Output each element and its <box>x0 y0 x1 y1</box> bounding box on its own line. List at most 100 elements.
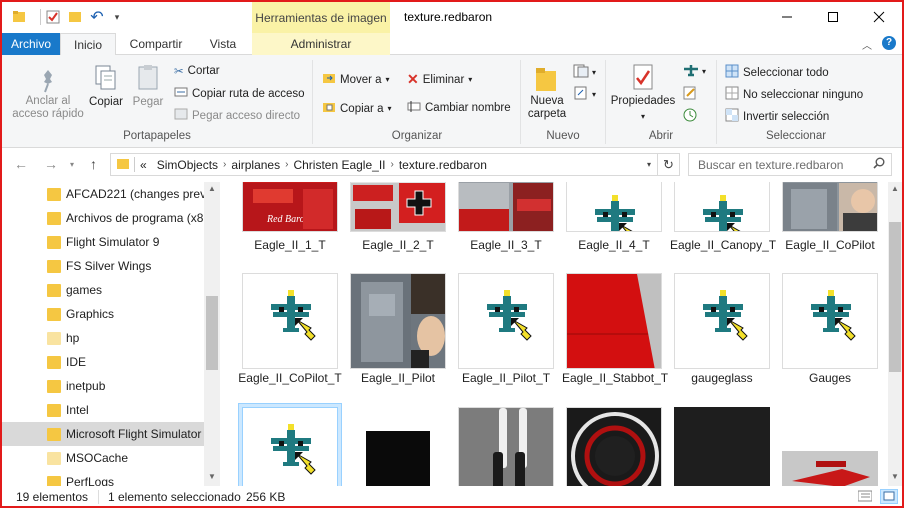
file-tile[interactable]: Eagle_II_CoPilot <box>778 182 882 252</box>
file-tile[interactable] <box>346 407 450 486</box>
tree-item[interactable]: Graphics <box>2 302 204 326</box>
file-tile[interactable]: gaugeglass <box>670 273 774 399</box>
new-folder-button[interactable]: Nueva carpeta <box>524 63 570 121</box>
breadcrumb-chevron-icon[interactable]: › <box>223 159 226 170</box>
open-button[interactable]: ▾ <box>682 63 706 80</box>
easy-access-button[interactable]: ▾ <box>572 85 596 104</box>
tree-scrollbar-thumb[interactable] <box>206 296 218 370</box>
scroll-down-arrow-icon[interactable]: ▼ <box>208 472 216 481</box>
folder-icon <box>47 211 61 225</box>
file-tile[interactable]: Eagle_II_Pilot <box>346 273 450 399</box>
edit-button[interactable] <box>682 85 698 104</box>
undo-icon[interactable]: ↶ <box>88 8 106 26</box>
file-tile[interactable]: Eagle_II_Pilot_T <box>454 273 558 399</box>
help-icon[interactable]: ? <box>882 36 896 50</box>
recent-locations-chevron-icon[interactable]: ▾ <box>70 160 74 169</box>
breadcrumb-airplanes[interactable]: airplanes <box>231 158 280 172</box>
move-to-button[interactable]: Mover a ▾ <box>322 71 390 88</box>
file-tile-selected[interactable] <box>238 403 342 486</box>
file-tile[interactable] <box>778 407 882 486</box>
file-tile[interactable]: Eagle_II_Stabbot_T <box>562 273 668 399</box>
tab-share[interactable]: Compartir <box>118 33 194 55</box>
scroll-up-arrow-icon[interactable]: ▲ <box>891 184 899 193</box>
tab-view[interactable]: Vista <box>196 33 250 55</box>
new-folder-qa-icon[interactable] <box>66 8 84 26</box>
content-scrollbar[interactable]: ▲ ▼ <box>888 182 902 486</box>
copy-button[interactable]: Copiar <box>86 63 126 109</box>
copy-to-button[interactable]: Copiar a ▾ <box>322 100 391 117</box>
tree-item-selected[interactable]: Microsoft Flight Simulator <box>2 422 204 446</box>
breadcrumb-chevron-icon[interactable]: › <box>285 159 288 170</box>
file-tile[interactable]: Eagle_II_2_T <box>346 182 450 252</box>
tree-item[interactable]: AFCAD221 (changes previ <box>2 182 204 206</box>
breadcrumb-simobjects[interactable]: SimObjects <box>157 158 218 172</box>
address-dropdown-chevron-icon[interactable]: ▾ <box>647 160 651 169</box>
address-bar[interactable]: « SimObjects › airplanes › Christen Eagl… <box>110 153 658 176</box>
new-item-button[interactable]: ▾ <box>572 63 596 82</box>
tree-item[interactable]: PerfLogs <box>2 470 204 486</box>
close-button[interactable] <box>856 2 902 32</box>
tree-item-label: Intel <box>66 403 89 417</box>
delete-button[interactable]: ✕ Eliminar ▾ <box>407 71 472 88</box>
search-input[interactable]: Buscar en texture.redbaron <box>688 153 892 176</box>
tree-item[interactable]: MSOCache <box>2 446 204 470</box>
breadcrumb-christen-eagle[interactable]: Christen Eagle_II <box>293 158 385 172</box>
select-all-button[interactable]: Seleccionar todo <box>725 64 829 81</box>
properties-button[interactable]: Propiedades ▾ <box>610 63 676 123</box>
details-view-icon[interactable] <box>857 490 873 505</box>
breadcrumb-chevron-icon[interactable]: › <box>391 159 394 170</box>
breadcrumb-overflow[interactable]: « <box>140 158 147 172</box>
tree-item-label: Microsoft Flight Simulator <box>66 427 202 441</box>
scroll-up-arrow-icon[interactable]: ▲ <box>208 184 216 193</box>
tree-item[interactable]: Flight Simulator 9 <box>2 230 204 254</box>
file-tile[interactable]: Red Baron Eagle_II_1_T <box>238 182 342 252</box>
tree-item[interactable]: hp <box>2 326 204 350</box>
paste-shortcut-button[interactable]: Pegar acceso directo <box>174 108 300 123</box>
minimize-button[interactable] <box>764 2 810 32</box>
image-tools-tab[interactable]: Herramientas de imagen <box>252 2 390 33</box>
file-tile[interactable] <box>454 407 558 486</box>
move-to-label: Mover a <box>340 73 382 86</box>
tab-home[interactable]: Inicio <box>60 33 116 56</box>
tab-file[interactable]: Archivo <box>2 33 60 55</box>
customize-qa-chevron-icon[interactable]: ▾ <box>108 8 126 26</box>
file-tile[interactable]: Eagle_II_3_T <box>454 182 558 252</box>
tree-item[interactable]: inetpub <box>2 374 204 398</box>
tree-item[interactable]: IDE <box>2 350 204 374</box>
file-tile[interactable]: Eagle_II_4_T <box>562 182 666 252</box>
plane-file-icon <box>674 182 770 232</box>
up-arrow-icon[interactable]: ↑ <box>90 156 97 172</box>
select-none-button[interactable]: No seleccionar ninguno <box>725 86 863 103</box>
breadcrumb-texture-redbaron[interactable]: texture.redbaron <box>399 158 487 172</box>
refresh-icon[interactable]: ↻ <box>658 153 680 176</box>
properties-chevron-icon: ▾ <box>640 112 645 121</box>
tree-scrollbar[interactable]: ▲ ▼ <box>204 182 220 486</box>
file-tile[interactable] <box>670 407 774 486</box>
pin-quick-access-button[interactable]: Anclar al acceso rápido <box>8 67 88 121</box>
file-tile[interactable]: Gauges <box>778 273 882 399</box>
tab-manage[interactable]: Administrar <box>252 33 390 55</box>
large-icons-view-icon[interactable] <box>880 489 898 504</box>
file-tile[interactable]: Eagle_II_Canopy_T <box>670 182 776 252</box>
file-name: gaugeglass <box>691 371 753 385</box>
content-scrollbar-thumb[interactable] <box>889 222 901 372</box>
copy-path-button[interactable]: Copiar ruta de acceso <box>174 86 305 101</box>
file-tile[interactable] <box>562 407 666 486</box>
tree-item[interactable]: Archivos de programa (x86 <box>2 206 204 230</box>
maximize-button[interactable] <box>810 2 856 32</box>
cut-button[interactable]: ✂ Cortar <box>174 64 220 78</box>
history-button[interactable] <box>682 107 698 126</box>
invert-selection-button[interactable]: Invertir selección <box>725 108 829 125</box>
tree-item[interactable]: Intel <box>2 398 204 422</box>
tree-item[interactable]: games <box>2 278 204 302</box>
tree-item[interactable]: FS Silver Wings <box>2 254 204 278</box>
paste-shortcut-label: Pegar acceso directo <box>192 109 301 122</box>
back-arrow-icon[interactable]: ← <box>14 156 28 172</box>
scroll-down-arrow-icon[interactable]: ▼ <box>891 472 899 481</box>
collapse-ribbon-icon[interactable]: ︿ <box>862 37 872 52</box>
file-tile[interactable]: Eagle_II_CoPilot_T <box>238 273 342 399</box>
rename-button[interactable]: Cambiar nombre <box>407 100 511 115</box>
forward-arrow-icon[interactable]: → <box>44 156 58 172</box>
paste-button[interactable]: Pegar <box>128 63 168 109</box>
properties-qa-icon[interactable] <box>44 8 62 26</box>
